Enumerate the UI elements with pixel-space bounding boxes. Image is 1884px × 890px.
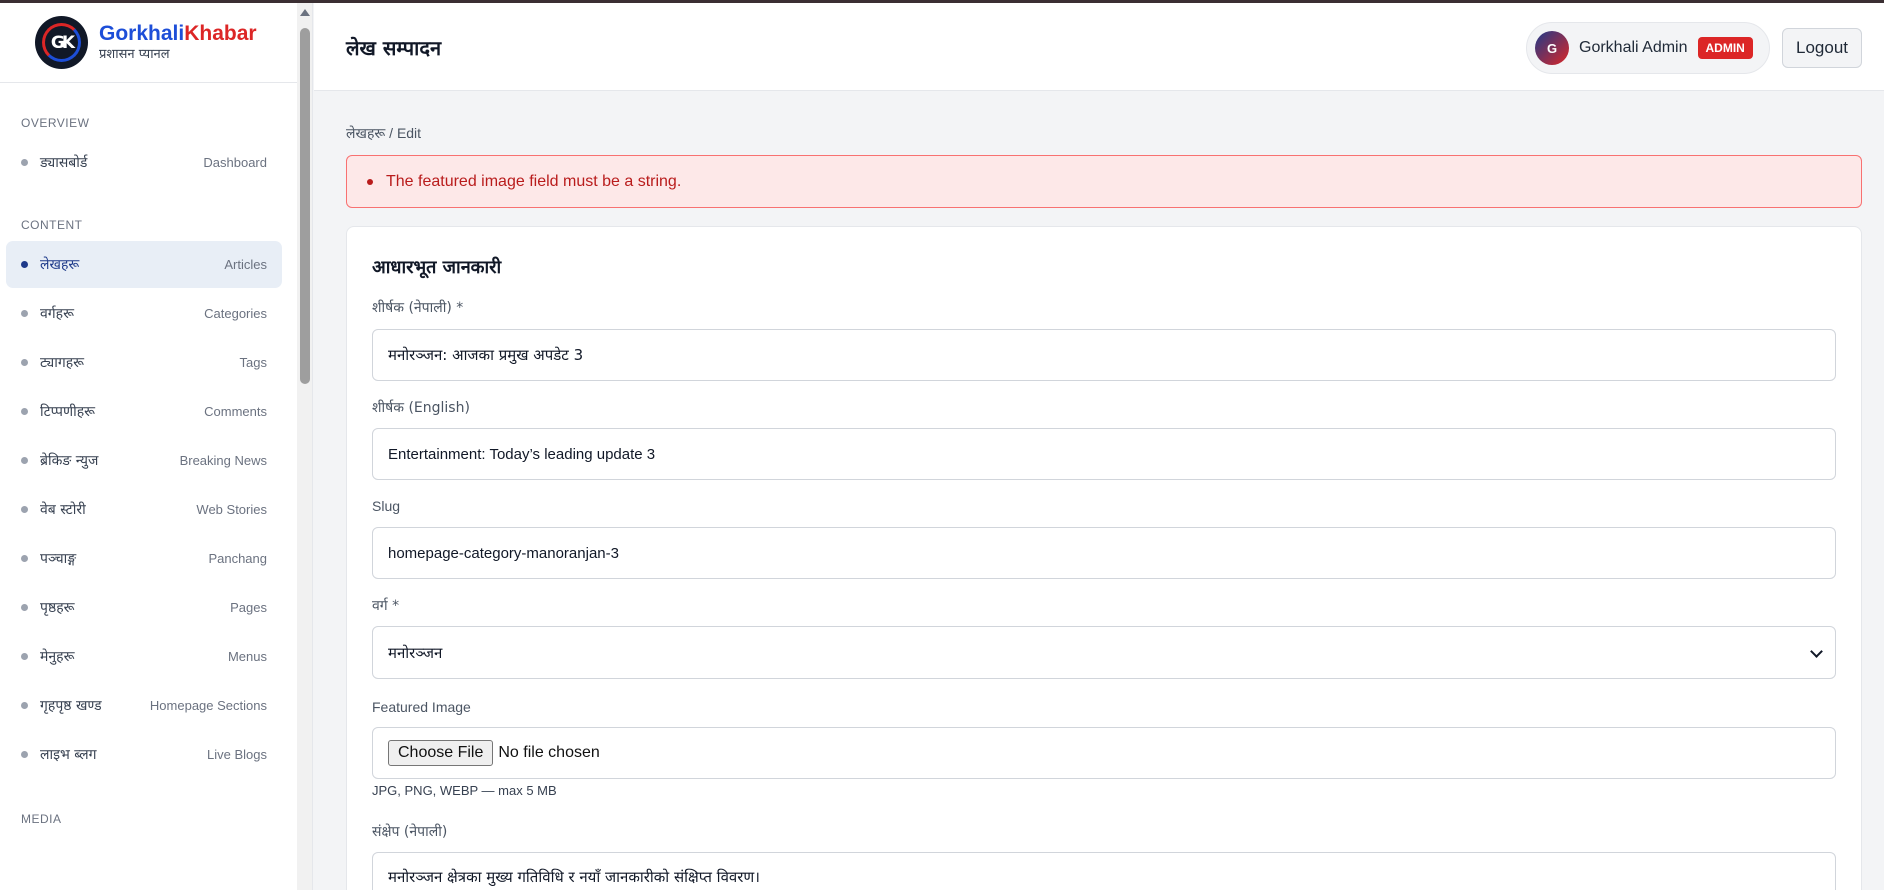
title-en-input[interactable]: Entertainment: Today’s leading update 3 [372,428,1836,480]
featured-image-file-input[interactable]: Choose File No file chosen [372,727,1836,779]
sidebar-item-label-np: ड्यासबोर्ड [40,155,88,171]
role-badge: ADMIN [1697,37,1753,59]
slug-label: Slug [372,498,401,514]
sidebar-item-label-np: ब्रेकिङ न्युज [40,453,99,469]
breadcrumb: लेखहरू / Edit [346,124,421,143]
avatar: G [1535,31,1569,65]
nav-bullet-icon [21,261,28,268]
sidebar-item-label-np: ट्यागहरू [40,355,85,371]
nav-bullet-icon [21,702,28,709]
sidebar-item-label-en: Comments [204,404,267,419]
error-bullet-icon [367,178,373,185]
nav-bullet-icon [21,604,28,611]
sidebar-item-tags[interactable]: ट्यागहरू Tags [6,339,282,386]
sidebar-item-label-np: पञ्चाङ्ग [40,551,77,567]
sidebar-item-label-np: गृहपृष्ठ खण्ड [40,698,102,714]
nav-bullet-icon [21,751,28,758]
nav-bullet-icon [21,506,28,513]
sidebar-item-label-np: टिप्पणीहरू [40,404,96,420]
sidebar-item-label-en: Categories [204,306,267,321]
sidebar-item-label-en: Live Blogs [207,747,267,762]
brand-header[interactable]: GK GorkhaliKhabar प्रशासन प्यानल [0,3,297,83]
sidebar-item-web-stories[interactable]: वेब स्टोरी Web Stories [6,486,282,533]
section-title: आधारभूत जानकारी [372,257,502,278]
top-accent-line [0,0,1884,3]
page-title: लेख सम्पादन [346,36,442,60]
sidebar-item-label-np: वेब स्टोरी [40,502,86,518]
file-status-text: No file chosen [498,744,600,761]
brand-name-part1: Gorkhali [99,22,185,45]
sidebar-item-articles[interactable]: लेखहरू Articles [6,241,282,288]
sidebar-item-label-en: Homepage Sections [149,698,267,713]
nav-bullet-icon [21,555,28,562]
error-alert: The featured image field must be a strin… [346,155,1862,208]
nav-section-overview: OVERVIEW [21,116,90,130]
breadcrumb-current: Edit [396,125,422,141]
sidebar-item-label-en: Tags [239,355,267,370]
brand-name: GorkhaliKhabar [99,22,257,46]
title-np-input[interactable]: मनोरञ्जन: आजका प्रमुख अपडेट 3 [372,329,1836,381]
choose-file-button[interactable]: Choose File [388,740,494,766]
title-en-label: शीर्षक (English) [372,400,470,416]
sidebar-item-label-en: Dashboard [203,155,267,170]
nav-bullet-icon [21,653,28,660]
sidebar-item-label-en: Menus [227,649,267,664]
logo-text: GK [50,32,75,53]
sidebar-item-categories[interactable]: वर्गहरू Categories [6,290,282,337]
nav-bullet-icon [21,359,28,366]
sidebar-item-label-np: मेनुहरू [40,649,75,665]
nav-bullet-icon [21,310,28,317]
article-form-card: आधारभूत जानकारी शीर्षक (नेपाली) * मनोरञ्… [346,226,1862,890]
sidebar-item-breaking-news[interactable]: ब्रेकिङ न्युज Breaking News [6,437,282,484]
brand-subtitle: प्रशासन प्यानल [99,47,170,62]
sidebar-item-label-en: Articles [224,257,267,272]
sidebar-item-label-np: पृष्ठहरू [40,600,75,616]
featured-image-hint: JPG, PNG, WEBP — max 5 MB [372,783,557,798]
category-select[interactable]: मनोरञ्जन [372,626,1836,679]
sidebar: GK GorkhaliKhabar प्रशासन प्यानल OVERVIE… [0,3,297,890]
sidebar-item-homepage-sections[interactable]: गृहपृष्ठ खण्ड Homepage Sections [6,682,282,729]
breadcrumb-separator: / [385,125,397,141]
nav-bullet-icon [21,408,28,415]
sidebar-item-label-en: Pages [230,600,267,615]
title-np-label: शीर्षक (नेपाली) * [372,300,464,316]
sidebar-item-dashboard[interactable]: ड्यासबोर्ड Dashboard [6,139,282,186]
user-menu[interactable]: G Gorkhali Admin ADMIN [1526,22,1770,74]
summary-np-textarea[interactable]: मनोरञ्जन क्षेत्रका मुख्य गतिविधि र नयाँ … [372,852,1836,890]
sidebar-item-label-np: वर्गहरू [40,306,74,322]
sidebar-item-label-en: Breaking News [179,453,267,468]
logout-button[interactable]: Logout [1782,28,1862,68]
nav-bullet-icon [21,159,28,166]
scrollbar-thumb[interactable] [300,28,310,384]
category-selected-value: मनोरञ्जन [388,643,443,662]
category-label: वर्ग * [372,598,400,614]
user-name: Gorkhali Admin [1579,39,1688,56]
sidebar-item-comments[interactable]: टिप्पणीहरू Comments [6,388,282,435]
chevron-down-icon [1810,645,1823,658]
sidebar-scrollbar[interactable] [297,3,313,890]
sidebar-item-label-np: लाइभ ब्लग [40,747,97,763]
featured-image-label: Featured Image [372,699,471,715]
slug-input[interactable]: homepage-category-manoranjan-3 [372,527,1836,579]
sidebar-item-pages[interactable]: पृष्ठहरू Pages [6,584,282,631]
sidebar-item-label-en: Panchang [208,551,267,566]
sidebar-item-panchang[interactable]: पञ्चाङ्ग Panchang [6,535,282,582]
top-header: लेख सम्पादन G Gorkhali Admin ADMIN Logou… [314,3,1884,91]
breadcrumb-parent-link[interactable]: लेखहरू [346,126,385,142]
brand-name-part2: Khabar [184,22,257,45]
error-message: The featured image field must be a strin… [386,172,682,190]
sidebar-item-label-np: लेखहरू [40,257,80,273]
sidebar-item-label-en: Web Stories [196,502,267,517]
gorkhali-khabar-logo: GK [35,16,88,69]
sidebar-item-live-blogs[interactable]: लाइभ ब्लग Live Blogs [6,731,282,778]
sidebar-item-menus[interactable]: मेनुहरू Menus [6,633,282,680]
summary-np-label: संक्षेप (नेपाली) [372,824,448,840]
nav-bullet-icon [21,457,28,464]
nav-section-content: CONTENT [21,218,83,232]
scroll-up-arrow-icon[interactable] [300,9,310,16]
nav-section-media: MEDIA [21,812,62,826]
